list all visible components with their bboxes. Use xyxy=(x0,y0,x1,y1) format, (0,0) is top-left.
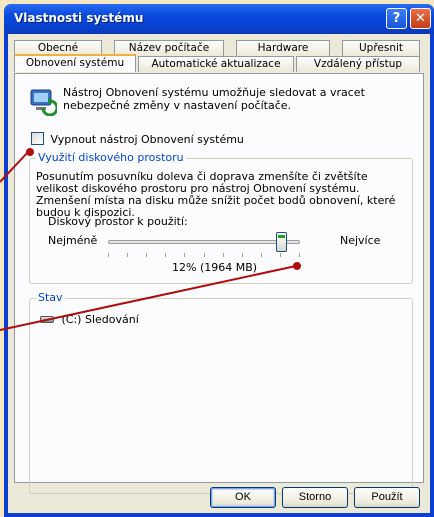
slider-tick xyxy=(280,253,281,257)
disk-usage-group-title: Využití diskového prostoru xyxy=(36,151,186,164)
slider-tick xyxy=(165,253,166,257)
disk-space-value: 12% (1964 MB) xyxy=(172,261,258,274)
disk-usage-group: Využití diskového prostoru Posunutím pos… xyxy=(29,151,413,284)
slider-tick xyxy=(204,253,205,257)
apply-button[interactable]: Použít xyxy=(354,487,420,508)
dialog-client-area: Obecné Název počítače Hardware Upřesnit … xyxy=(8,34,430,513)
status-group: Stav (C:) Sledování xyxy=(29,291,413,494)
slider-tick xyxy=(242,253,243,257)
drive-status-item[interactable]: (C:) Sledování xyxy=(40,313,139,326)
tab-remote[interactable]: Vzdálený přístup xyxy=(296,56,420,72)
slider-tick xyxy=(108,253,109,257)
disk-space-slider-track[interactable] xyxy=(108,240,300,244)
tab-panel-system-restore: Nástroj Obnovení systému umožňuje sledov… xyxy=(14,73,424,494)
disk-space-label: Diskový prostor k použití: xyxy=(48,215,188,228)
hard-drive-icon xyxy=(40,316,54,323)
disable-restore-row[interactable]: Vypnout nástroj Obnovení systému xyxy=(31,132,244,146)
system-restore-icon xyxy=(30,89,57,116)
disk-space-slider-thumb[interactable] xyxy=(276,232,287,252)
slider-tick xyxy=(223,253,224,257)
tab-advanced[interactable]: Upřesnit xyxy=(342,40,420,56)
status-group-title: Stav xyxy=(36,291,65,304)
window-title: Vlastnosti systému xyxy=(14,11,144,25)
system-properties-window: Vlastnosti systému ? ✕ Obecné Název počí… xyxy=(4,4,434,517)
slider-tick xyxy=(261,253,262,257)
slider-max-label: Nejvíce xyxy=(340,234,381,247)
disk-usage-description: Posunutím posuvníku doleva či doprava zm… xyxy=(36,170,396,219)
close-button[interactable]: ✕ xyxy=(410,8,431,29)
slider-min-label: Nejméně xyxy=(48,234,98,247)
slider-ticks xyxy=(108,253,300,257)
disable-restore-checkbox[interactable] xyxy=(31,132,44,145)
slider-tick xyxy=(146,253,147,257)
drive-status-label: (C:) Sledování xyxy=(61,313,139,326)
intro-description: Nástroj Obnovení systému umožňuje sledov… xyxy=(63,86,365,112)
disable-restore-label: Vypnout nástroj Obnovení systému xyxy=(50,133,244,146)
tab-row-front: Obnovení systému Automatické aktualizace… xyxy=(14,54,424,72)
slider-tick xyxy=(127,253,128,257)
title-bar[interactable]: Vlastnosti systému ? ✕ xyxy=(4,4,434,34)
cancel-button[interactable]: Storno xyxy=(282,487,348,508)
tab-automatic-updates[interactable]: Automatické aktualizace xyxy=(138,56,294,72)
slider-tick xyxy=(299,253,300,257)
slider-tick xyxy=(184,253,185,257)
ok-button[interactable]: OK xyxy=(210,487,276,508)
tab-hardware[interactable]: Hardware xyxy=(236,40,330,56)
help-button[interactable]: ? xyxy=(386,8,407,29)
tab-system-restore[interactable]: Obnovení systému xyxy=(14,54,136,72)
